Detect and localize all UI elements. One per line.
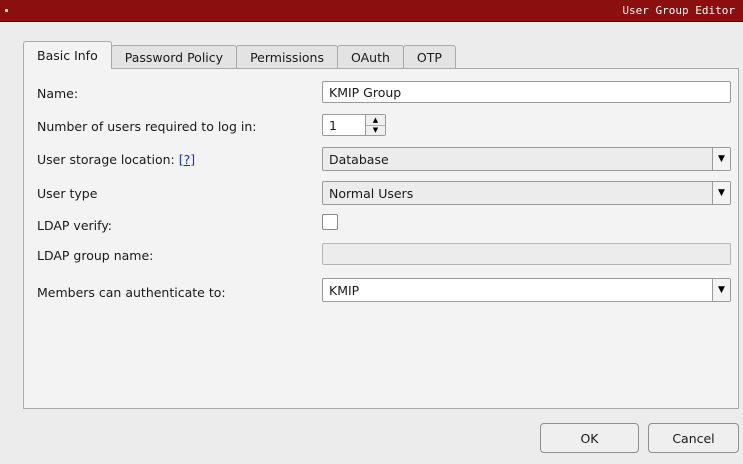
storage-location-select[interactable]: Database ▼ [322, 147, 731, 171]
tab-oauth[interactable]: OAuth [337, 45, 404, 69]
tab-password-policy[interactable]: Password Policy [110, 45, 238, 69]
ldap-group-label: LDAP group name: [37, 248, 154, 263]
name-label: Name: [37, 86, 79, 101]
cancel-button[interactable]: Cancel [648, 423, 739, 453]
users-required-stepper[interactable]: 1 ▲ ▼ [322, 114, 386, 136]
chevron-down-icon[interactable]: ▼ [712, 182, 730, 204]
increment-icon[interactable]: ▲ [366, 115, 385, 126]
members-auth-value: KMIP [329, 282, 360, 298]
user-type-value: Normal Users [329, 185, 414, 201]
title-bar: User Group Editor [0, 0, 743, 22]
window-title: User Group Editor [622, 4, 735, 17]
tab-permissions[interactable]: Permissions [236, 45, 338, 69]
tab-otp[interactable]: OTP [402, 45, 456, 69]
users-required-label: Number of users required to log in: [37, 119, 257, 134]
window-menu-icon[interactable] [5, 9, 8, 12]
storage-help-link[interactable]: [?] [179, 152, 195, 167]
storage-location-label: User storage location: [?] [37, 152, 195, 167]
stepper-buttons: ▲ ▼ [365, 115, 385, 135]
decrement-icon[interactable]: ▼ [366, 126, 385, 136]
tab-bar: Basic Info Password Policy Permissions O… [23, 41, 456, 69]
ldap-group-field[interactable] [322, 243, 731, 265]
members-auth-select[interactable]: KMIP ▼ [322, 278, 731, 302]
name-field[interactable]: KMIP Group [322, 81, 731, 103]
ldap-verify-checkbox[interactable] [322, 214, 338, 230]
ok-button[interactable]: OK [540, 423, 639, 453]
storage-location-text: User storage location: [37, 152, 175, 167]
ldap-verify-label: LDAP verify: [37, 218, 113, 233]
chevron-down-icon[interactable]: ▼ [712, 279, 730, 301]
user-type-select[interactable]: Normal Users ▼ [322, 181, 731, 205]
users-required-value: 1 [329, 117, 337, 133]
members-auth-label: Members can authenticate to: [37, 285, 226, 300]
chevron-down-icon[interactable]: ▼ [712, 148, 730, 170]
tab-basic-info[interactable]: Basic Info [23, 41, 112, 69]
user-type-label: User type [37, 186, 98, 201]
storage-location-value: Database [329, 151, 389, 167]
